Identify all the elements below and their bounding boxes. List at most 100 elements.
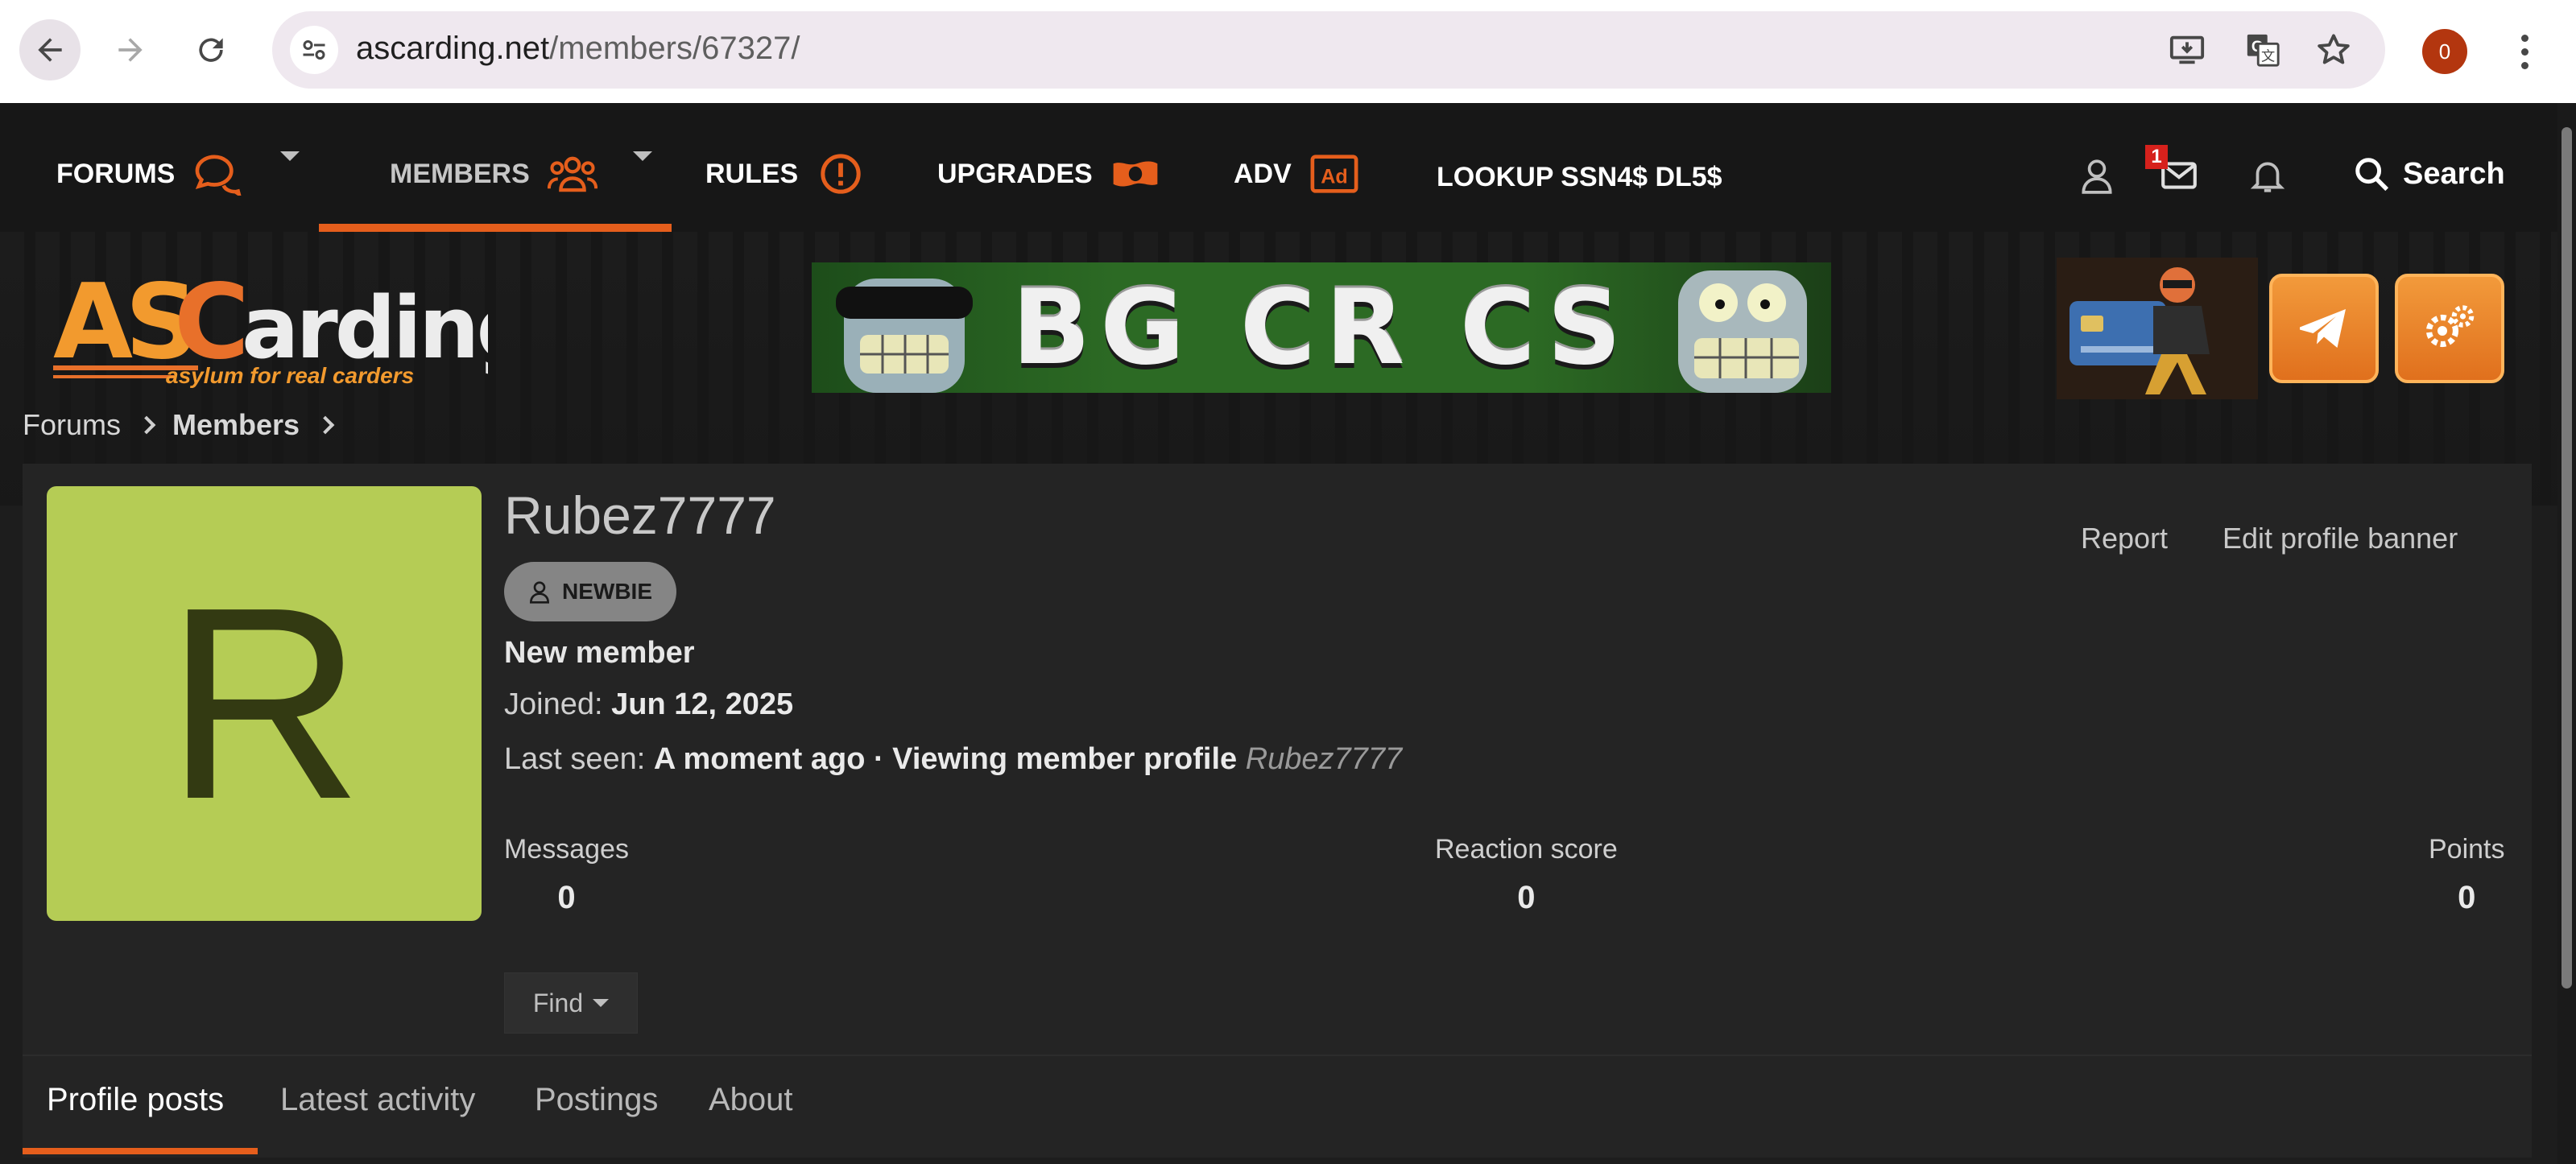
nav-forums[interactable]: FORUMS xyxy=(56,150,242,198)
joined-date: Jun 12, 2025 xyxy=(611,687,794,721)
last-seen-value[interactable]: A moment ago · Viewing member profile xyxy=(654,742,1237,776)
telegram-icon xyxy=(2300,309,2346,348)
breadcrumb: Forums Members xyxy=(23,401,335,449)
forward-icon xyxy=(118,38,143,62)
translate-button[interactable]: G文 xyxy=(2242,29,2284,71)
profile-username: Rubez7777 xyxy=(504,485,776,545)
settings-button[interactable] xyxy=(2395,274,2504,383)
tab-active-indicator xyxy=(23,1148,258,1154)
stat-reaction-score[interactable]: Reaction score 0 xyxy=(1435,834,1618,916)
telegram-button[interactable] xyxy=(2269,274,2379,383)
reload-icon xyxy=(199,38,223,62)
ad-icon: Ad xyxy=(1310,155,1358,193)
nav-adv-label: ADV xyxy=(1234,158,1292,189)
alert-circle-icon xyxy=(821,154,861,194)
find-menu-button[interactable]: Find xyxy=(504,972,638,1034)
chevron-right-icon xyxy=(316,415,335,435)
account-button[interactable] xyxy=(2074,153,2119,198)
nav-upgrades-label: UPGRADES xyxy=(937,158,1093,189)
logo-tagline: asylum for real carders xyxy=(166,363,414,388)
url-path: /members/67327/ xyxy=(549,31,800,66)
bell-icon xyxy=(2250,162,2285,192)
stat-reaction-label: Reaction score xyxy=(1435,834,1618,865)
bookmark-button[interactable] xyxy=(2313,29,2355,71)
nav-forums-label: FORUMS xyxy=(56,158,176,189)
reload-button[interactable] xyxy=(180,19,242,80)
install-app-icon xyxy=(2169,35,2205,64)
svg-text:文: 文 xyxy=(2261,48,2275,64)
breadcrumb-forums[interactable]: Forums xyxy=(23,408,121,442)
site-info-icon xyxy=(303,40,325,60)
search-label: Search xyxy=(2403,156,2505,191)
more-menu-button[interactable] xyxy=(2504,24,2545,79)
stat-messages[interactable]: Messages 0 xyxy=(504,834,629,916)
user-icon xyxy=(2082,159,2112,194)
nav-rules[interactable]: RULES xyxy=(705,150,866,198)
search-button[interactable]: Search xyxy=(2353,150,2505,198)
back-button[interactable] xyxy=(19,19,81,80)
breadcrumb-members[interactable]: Members xyxy=(172,408,300,442)
translate-icon: G文 xyxy=(2247,34,2280,67)
user-role-label: NEWBIE xyxy=(562,579,652,604)
install-app-button[interactable] xyxy=(2166,29,2208,71)
stat-messages-label: Messages xyxy=(504,834,629,865)
money-bill-icon xyxy=(1113,161,1158,187)
robot-right-art xyxy=(1678,270,1807,393)
stat-messages-value: 0 xyxy=(557,880,576,915)
url-host: ascarding.net xyxy=(356,31,550,66)
nav-active-indicator xyxy=(319,224,672,232)
user-role-badge: NEWBIE xyxy=(504,562,676,621)
nav-lookup-label: LOOKUP SSN4$ DL5$ xyxy=(1437,161,1722,192)
users-group-icon xyxy=(547,156,597,192)
tab-latest-activity[interactable]: Latest activity xyxy=(280,1082,475,1118)
search-icon xyxy=(2355,158,2389,192)
avatar[interactable]: R xyxy=(47,486,482,921)
forums-dropdown-caret[interactable] xyxy=(280,151,300,161)
stat-reaction-value: 0 xyxy=(1517,880,1536,915)
joined-label: Joined: xyxy=(504,687,603,721)
svg-text:Ad: Ad xyxy=(1321,166,1348,188)
address-bar[interactable]: ascarding.net/members/67327/ G文 xyxy=(272,11,2385,89)
profile-card: R Rubez7777 NEWBIE New member Joined: Ju… xyxy=(23,464,2532,1158)
carder-mascot-art xyxy=(2057,258,2258,399)
gears-icon xyxy=(2425,305,2475,348)
nav-rules-label: RULES xyxy=(705,158,799,189)
nav-adv[interactable]: ADV Ad xyxy=(1234,150,1359,198)
nav-members[interactable]: MEMBERS xyxy=(390,150,597,198)
browser-profile-avatar[interactable]: 0 xyxy=(2422,29,2467,74)
last-seen-label: Last seen: xyxy=(504,742,646,776)
tab-about[interactable]: About xyxy=(709,1082,793,1118)
tab-profile-posts[interactable]: Profile posts xyxy=(47,1082,224,1118)
nav-upgrades[interactable]: UPGRADES xyxy=(937,150,1160,198)
stat-points[interactable]: Points 0 xyxy=(2429,834,2505,916)
last-seen-target[interactable]: Rubez7777 xyxy=(1246,742,1402,776)
stat-points-label: Points xyxy=(2429,834,2505,865)
browser-toolbar: ascarding.net/members/67327/ G文 0 xyxy=(0,0,2576,103)
user-icon xyxy=(529,581,550,604)
joined-info: Joined: Jun 12, 2025 xyxy=(504,687,793,722)
scrollbar-thumb[interactable] xyxy=(2562,127,2572,989)
inbox-unread-badge: 1 xyxy=(2145,145,2168,169)
url-text[interactable]: ascarding.net/members/67327/ xyxy=(356,31,800,67)
main-navigation: FORUMS MEMBERS RULES UPGRADES ADV Ad LOO… xyxy=(0,103,2557,232)
stat-points-value: 0 xyxy=(2458,880,2476,915)
find-label: Find xyxy=(532,988,584,1017)
site-logo[interactable]: AS C arding asylum for real carders xyxy=(53,264,488,393)
alerts-button[interactable] xyxy=(2245,153,2290,198)
members-dropdown-caret[interactable] xyxy=(633,151,652,161)
chevron-right-icon xyxy=(137,415,156,435)
ad-banner[interactable]: BG CR CS xyxy=(812,262,1831,393)
bookmark-star-icon xyxy=(2318,34,2350,64)
last-seen-info: Last seen: A moment ago · Viewing member… xyxy=(504,742,1402,777)
nav-members-label: MEMBERS xyxy=(390,158,530,189)
nav-lookup[interactable]: LOOKUP SSN4$ DL5$ xyxy=(1437,153,1722,201)
page-scrollbar[interactable] xyxy=(2557,103,2576,1164)
user-title: New member xyxy=(504,636,695,670)
edit-profile-banner-link[interactable]: Edit profile banner xyxy=(2222,522,2458,555)
chat-bubbles-icon xyxy=(195,155,242,196)
forward-button[interactable] xyxy=(100,19,161,80)
site-info-button[interactable] xyxy=(290,26,338,74)
report-link[interactable]: Report xyxy=(2081,522,2168,555)
tab-postings[interactable]: Postings xyxy=(535,1082,658,1118)
caret-down-icon xyxy=(593,999,610,1007)
